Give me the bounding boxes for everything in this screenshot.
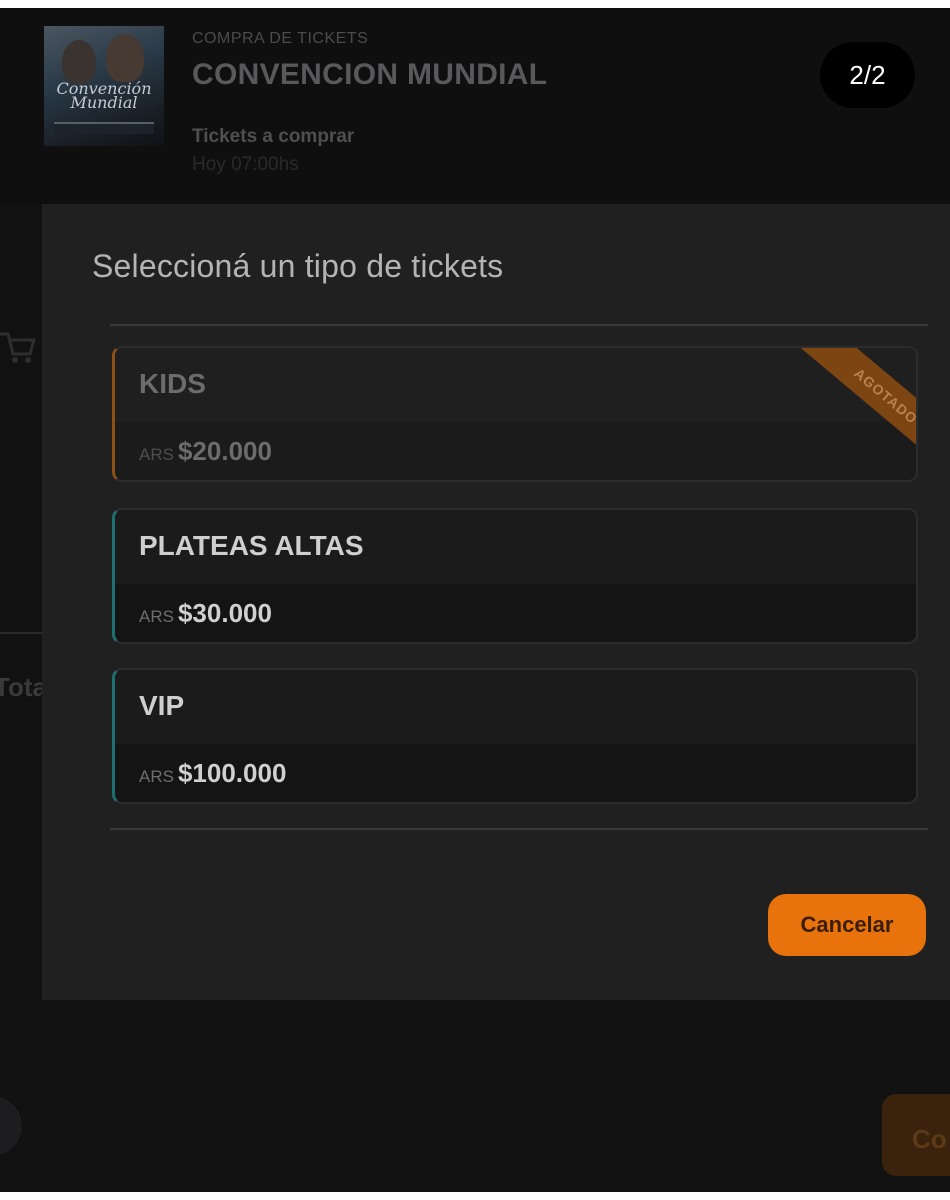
ticket-price: ARS $100.000 <box>139 758 286 789</box>
ticket-price-value: $30.000 <box>177 598 272 628</box>
ticket-name-band <box>115 670 916 744</box>
sold-out-label: AGOTADO <box>790 348 916 472</box>
modal-title: Seleccioná un tipo de tickets <box>92 248 504 284</box>
ticket-currency: ARS <box>139 445 174 464</box>
ticket-price: ARS $20.000 <box>139 436 272 467</box>
poster-title: Convención Mundial <box>56 79 152 112</box>
event-header: Convención Mundial COMPRA DE TICKETS CON… <box>0 8 950 204</box>
ticket-currency: ARS <box>139 607 174 626</box>
ticket-option-vip[interactable]: VIP ARS $100.000 <box>112 668 918 804</box>
app-screen: Convención Mundial COMPRA DE TICKETS CON… <box>0 8 950 1192</box>
ticket-currency: ARS <box>139 767 174 786</box>
modal-divider-bottom <box>110 828 928 830</box>
ticket-option-kids[interactable]: KIDS ARS $20.000 AGOTADO <box>112 346 918 482</box>
cancel-button[interactable]: Cancelar <box>768 894 926 956</box>
ticket-price: ARS $30.000 <box>139 598 272 629</box>
poster-figure-right <box>106 34 144 82</box>
event-time: Hoy 07:00hs <box>192 154 299 175</box>
continue-button[interactable]: Co <box>882 1094 950 1176</box>
page-counter-badge: 2/2 <box>820 42 915 108</box>
ticket-type-modal: Seleccioná un tipo de tickets KIDS ARS $2… <box>42 204 950 1000</box>
background-divider <box>0 632 46 634</box>
cart-icon <box>0 326 38 376</box>
event-poster: Convención Mundial <box>44 26 164 146</box>
ticket-name: KIDS <box>139 368 206 399</box>
ticket-name: VIP <box>139 690 185 721</box>
tickets-subtitle: Tickets a comprar <box>192 126 355 147</box>
section-eyebrow: COMPRA DE TICKETS <box>192 30 369 47</box>
total-label: Tota <box>0 672 47 702</box>
ticket-option-plateas-altas[interactable]: PLATEAS ALTAS ARS $30.000 <box>112 508 918 644</box>
ticket-name: PLATEAS ALTAS <box>139 530 364 561</box>
event-title: CONVENCION MUNDIAL <box>192 58 548 91</box>
poster-figure-left <box>62 40 96 84</box>
sold-out-ribbon: AGOTADO <box>766 348 916 472</box>
background-round-button[interactable] <box>0 1096 22 1156</box>
ticket-price-value: $100.000 <box>177 758 287 788</box>
ticket-price-value: $20.000 <box>177 436 272 466</box>
modal-divider-top <box>110 324 928 326</box>
poster-footer <box>54 122 154 134</box>
